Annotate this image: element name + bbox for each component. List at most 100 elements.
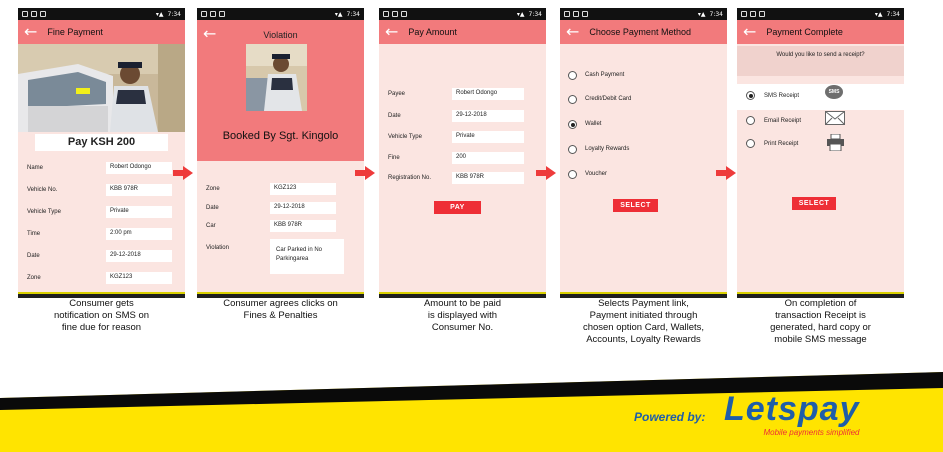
- field-value: KBB 978R: [106, 184, 172, 196]
- officer-portrait: [246, 44, 307, 111]
- screen-title: Violation: [263, 30, 298, 40]
- field-value: KGZ123: [106, 272, 172, 284]
- pay-amount-button[interactable]: Pay KSH 200: [35, 134, 168, 151]
- signal-icon: ▾▲: [155, 10, 164, 18]
- status-time: 7:34: [886, 10, 900, 18]
- receipt-question: Would you like to send a receipt?: [776, 52, 865, 58]
- flow-arrow-icon: [173, 166, 193, 180]
- signal-icon: ▾▲: [516, 10, 525, 18]
- radio-cash[interactable]: [568, 71, 577, 80]
- screen-fine-payment: ▾▲ 7:34 ← Fine Payment Pay KSH 200 Name R…: [18, 8, 185, 298]
- field-label: Time: [27, 231, 41, 237]
- field-label: Vehicle No.: [27, 187, 58, 193]
- field-value: 29-12-2018: [106, 250, 172, 262]
- field-label: Date: [27, 253, 40, 259]
- app-bar: ← Payment Complete: [737, 20, 904, 44]
- field-value: Private: [452, 131, 524, 143]
- back-arrow-icon[interactable]: ←: [385, 24, 398, 40]
- app-bar: ← Fine Payment: [18, 20, 185, 44]
- field-value: 2:00 pm: [106, 228, 172, 240]
- field-value: 29-12-2018: [270, 202, 336, 214]
- status-bar: ▾▲ 7:34: [197, 8, 364, 20]
- flow-arrow-icon: [355, 166, 375, 180]
- powered-by-label: Powered by:: [634, 410, 706, 424]
- app-bar: ← Pay Amount: [379, 20, 546, 44]
- signal-icon: ▾▲: [334, 10, 343, 18]
- signal-icon: ▾▲: [874, 10, 883, 18]
- option-label: Loyalty Rewards: [585, 146, 630, 152]
- back-arrow-icon[interactable]: ←: [743, 24, 756, 40]
- screen-title: Choose Payment Method: [589, 27, 691, 37]
- radio-card[interactable]: [568, 95, 577, 104]
- app-bar: ← Choose Payment Method: [560, 20, 727, 44]
- field-label: Violation: [206, 245, 229, 251]
- screen-payment-complete: ▾▲ 7:34 ← Payment Complete Would you like…: [737, 8, 904, 298]
- status-time: 7:34: [528, 10, 542, 18]
- question-band: [737, 46, 904, 76]
- field-label: Vehicle Type: [388, 134, 422, 140]
- radio-print[interactable]: [746, 139, 755, 148]
- field-label: Payee: [388, 91, 406, 97]
- field-label: Date: [388, 113, 401, 119]
- field-label: Zone: [206, 186, 220, 192]
- field-value: KBB 978R: [270, 220, 336, 232]
- status-time: 7:34: [709, 10, 723, 18]
- option-label: Print Receipt: [764, 141, 799, 147]
- brand-name: Letspay: [724, 390, 860, 428]
- radio-email[interactable]: [746, 116, 755, 125]
- radio-voucher[interactable]: [568, 170, 577, 179]
- screen-title: Fine Payment: [47, 27, 103, 37]
- field-value: 29-12-2018: [452, 110, 524, 122]
- screen-violation: ▾▲ 7:34 ← Violation Booked By Sgt. Kingol…: [197, 8, 364, 298]
- step-caption: On completion of transaction Receipt is ge…: [770, 298, 871, 345]
- back-arrow-icon[interactable]: ←: [24, 24, 37, 40]
- selected-row: [737, 84, 904, 110]
- status-bar: ▾▲ 7:34: [18, 8, 185, 20]
- field-value: KGZ123: [270, 183, 336, 195]
- radio-loyalty[interactable]: [568, 145, 577, 154]
- field-label: Zone: [27, 275, 41, 281]
- envelope-icon: [825, 111, 845, 125]
- select-button[interactable]: SELECT: [613, 199, 658, 212]
- field-label: Date: [206, 205, 219, 211]
- step-caption: Amount to be paid is displayed with Consum…: [423, 298, 502, 333]
- option-label: Wallet: [585, 121, 602, 127]
- option-label: Email Receipt: [764, 118, 802, 124]
- field-label: Car: [206, 223, 216, 229]
- field-label: Fine: [388, 155, 400, 161]
- field-label: Name: [27, 165, 44, 171]
- letspay-logo: Letspay Mobile payments simplified: [724, 392, 860, 437]
- field-value: Private: [106, 206, 172, 218]
- status-time: 7:34: [167, 10, 181, 18]
- screen-pay-amount: ▾▲ 7:34 ← Pay Amount Payee Robert Odongo …: [379, 8, 546, 298]
- field-value: Robert Odongo: [106, 162, 172, 174]
- printer-icon: [827, 134, 844, 151]
- select-button[interactable]: SELECT: [792, 197, 836, 210]
- step-caption: Selects Payment link, Payment initiated t…: [582, 298, 705, 345]
- option-label: Credit/Debit Card: [585, 96, 632, 102]
- booked-by-label: Booked By Sgt. Kingolo: [222, 130, 339, 142]
- option-label: SMS Receipt: [764, 93, 800, 99]
- flow-arrow-icon: [536, 166, 556, 180]
- signal-icon: ▾▲: [697, 10, 706, 18]
- screen-choose-payment: ▾▲ 7:34 ← Choose Payment Method Cash Paym…: [560, 8, 727, 298]
- step-caption: Consumer gets notification on SMS on fine …: [53, 298, 150, 333]
- field-label: Vehicle Type: [27, 209, 61, 215]
- radio-sms[interactable]: [746, 91, 755, 100]
- step-caption: Consumer agrees clicks on Fines & Penalti…: [223, 298, 338, 321]
- option-label: Cash Payment: [585, 72, 625, 78]
- field-value: KBB 978R: [452, 172, 524, 184]
- sms-icon: SMS: [825, 85, 843, 99]
- back-arrow-icon[interactable]: ←: [566, 24, 579, 40]
- status-bar: ▾▲ 7:34: [560, 8, 727, 20]
- field-value: 200: [452, 152, 524, 164]
- brand-tagline: Mobile payments simplified: [763, 428, 860, 437]
- screen-title: Payment Complete: [766, 27, 843, 37]
- flow-arrow-icon: [716, 166, 736, 180]
- field-label: Registration No.: [388, 175, 432, 181]
- radio-wallet[interactable]: [568, 120, 577, 129]
- status-bar: ▾▲ 7:34: [737, 8, 904, 20]
- pay-button[interactable]: PAY: [434, 201, 481, 214]
- status-bar: ▾▲ 7:34: [379, 8, 546, 20]
- screen-title: Pay Amount: [408, 27, 457, 37]
